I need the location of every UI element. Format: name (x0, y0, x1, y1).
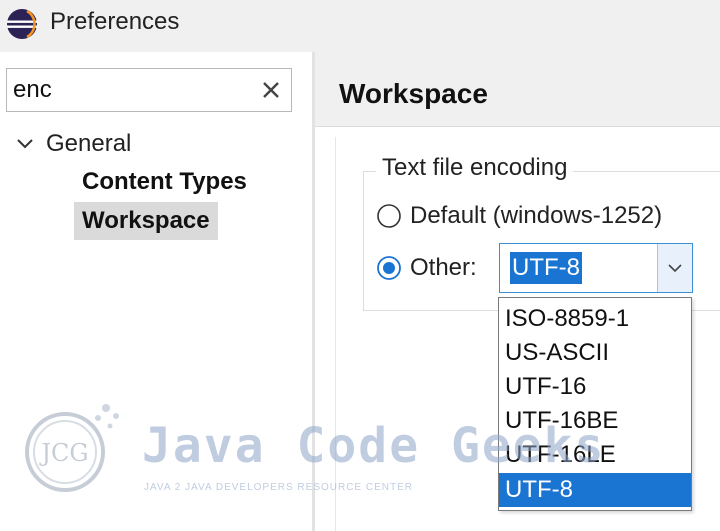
jcg-logo-icon: JCG (25, 404, 119, 492)
filter-field[interactable] (6, 68, 292, 112)
default-encoding-label: Default (windows-1252) (410, 202, 663, 229)
eclipse-icon (7, 9, 37, 39)
radio-unchecked-icon[interactable] (376, 203, 402, 229)
other-encoding-radio[interactable]: Other: (376, 254, 477, 282)
combo-value[interactable]: UTF-8 (510, 252, 582, 284)
chevron-down-icon[interactable] (665, 258, 685, 278)
dropdown-option-utf-8[interactable]: UTF-8 (499, 473, 691, 507)
page-title: Workspace (339, 78, 488, 109)
tree-item-content-types[interactable]: Content Types (82, 168, 247, 196)
filter-input[interactable] (13, 73, 253, 107)
tree-item-general[interactable]: General (14, 128, 131, 160)
dropdown-option-utf-16[interactable]: UTF-16 (499, 370, 691, 404)
dropdown-option-iso-8859-1[interactable]: ISO-8859-1 (499, 302, 691, 336)
tree-item-label: General (46, 130, 132, 157)
title-bar: Preferences (0, 0, 720, 50)
default-encoding-radio[interactable]: Default (windows-1252) (376, 202, 662, 230)
page-header: Workspace (315, 52, 720, 127)
encoding-combo[interactable]: UTF-8 (499, 243, 693, 293)
jcg-logo-text: JCG (38, 439, 88, 467)
group-label: Text file encoding (376, 154, 574, 182)
encoding-dropdown-list[interactable]: ISO-8859-1 US-ASCII UTF-16 UTF-16BE UTF-… (498, 297, 692, 511)
close-icon[interactable] (259, 78, 283, 102)
other-encoding-label: Other: (410, 254, 477, 281)
combo-dropdown-button[interactable] (657, 244, 692, 292)
dropdown-option-us-ascii[interactable]: US-ASCII (499, 336, 691, 370)
watermark: JCG Java Code Geeks JAVA 2 JAVA DEVELOPE… (10, 390, 603, 510)
radio-checked-icon[interactable] (376, 255, 402, 281)
window-title: Preferences (50, 8, 180, 35)
tree-item-workspace[interactable]: Workspace (74, 202, 218, 240)
chevron-down-icon[interactable] (14, 133, 36, 155)
watermark-name: Java Code Geeks (142, 418, 606, 474)
watermark-tagline: JAVA 2 JAVA DEVELOPERS RESOURCE CENTER (144, 482, 413, 493)
